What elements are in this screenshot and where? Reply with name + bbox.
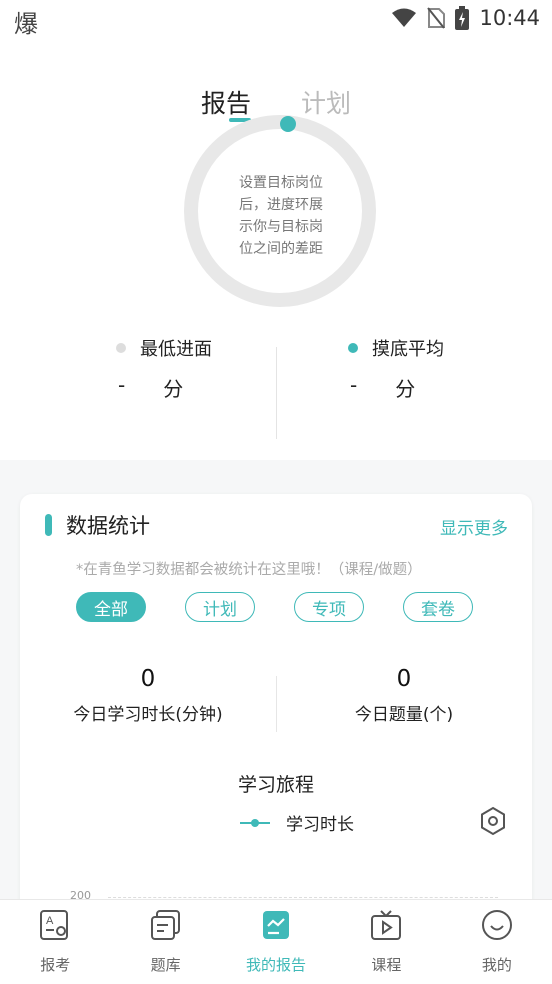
- app-notification-glyph: 爆: [14, 10, 38, 38]
- bottom-nav: A 报考 题库 我的报告 课程 我的: [0, 899, 552, 984]
- nav-question-bank[interactable]: 题库: [110, 900, 220, 984]
- stat-question-count-value: 0: [396, 666, 412, 692]
- data-stats-card: 数据统计 显示更多 *在青鱼学习数据都会被统计在这里哦！（课程/做题） 全部 计…: [20, 494, 532, 924]
- gray-dot-icon: [116, 343, 126, 353]
- score-mock-avg-value-row: - 分: [350, 373, 415, 402]
- nav-label: 课程: [371, 956, 402, 974]
- stat-study-time-value: 0: [140, 666, 156, 692]
- score-min-entry: 最低进面 - 分: [0, 335, 276, 425]
- score-divider: [276, 347, 277, 439]
- ring-hint-line: 设置目标岗位: [239, 175, 323, 191]
- journey-legend: 学习时长: [240, 810, 354, 835]
- no-sim-icon: [427, 7, 446, 29]
- nav-label: 题库: [150, 956, 181, 974]
- score-mock-avg: 摸底平均 - 分: [276, 335, 552, 425]
- ring-hint-line: 示你与目标岗: [239, 219, 323, 235]
- filter-chips: 全部 计划 专项 套卷: [76, 592, 473, 622]
- nav-my-report[interactable]: 我的报告: [221, 900, 331, 984]
- stat-study-time: 0 今日学习时长(分钟): [20, 666, 276, 725]
- nav-course[interactable]: 课程: [331, 900, 441, 984]
- exam-register-icon: A: [40, 910, 69, 940]
- today-stats: 0 今日学习时长(分钟) 0 今日题量(个): [20, 666, 532, 736]
- card-title: 数据统计: [66, 514, 150, 538]
- question-bank-icon: [150, 910, 180, 940]
- journey-title: 学习旅程: [237, 774, 314, 796]
- nav-label: 我的: [481, 956, 512, 974]
- score-min-entry-label: 最低进面: [140, 339, 212, 360]
- filter-plan[interactable]: 计划: [185, 592, 255, 622]
- score-min-entry-unit: 分: [163, 377, 184, 401]
- progress-ring-marker: [280, 116, 296, 132]
- smile-profile-icon: [481, 910, 512, 940]
- ring-hint-line: 位之间的差距: [239, 241, 323, 257]
- score-mock-avg-head: 摸底平均: [348, 335, 444, 361]
- stat-study-time-label: 今日学习时长(分钟): [73, 705, 223, 725]
- score-min-entry-value-row: - 分: [118, 373, 183, 402]
- legend-line-icon: [240, 818, 270, 827]
- ring-hint-line: 后，进度环展: [239, 197, 323, 213]
- course-tv-icon: [371, 910, 402, 940]
- nav-label: 我的报告: [246, 956, 307, 974]
- nav-profile[interactable]: 我的: [442, 900, 552, 984]
- progress-ring-hint: 设置目标岗位 后，进度环展 示你与目标岗 位之间的差距: [233, 172, 329, 260]
- filter-special[interactable]: 专项: [294, 592, 364, 622]
- card-title-accent: [45, 514, 52, 536]
- battery-charging-icon: [455, 6, 470, 30]
- nav-label: 报考: [40, 956, 71, 974]
- svg-text:A: A: [46, 915, 54, 927]
- score-mock-avg-unit: 分: [395, 377, 416, 401]
- status-icons: 10:44: [391, 6, 540, 30]
- score-mock-avg-value: -: [350, 373, 358, 397]
- stat-question-count-label: 今日题量(个): [354, 705, 454, 725]
- hexagon-settings-icon[interactable]: [480, 806, 506, 836]
- score-min-entry-head: 最低进面: [116, 335, 212, 361]
- clock: 10:44: [479, 6, 540, 30]
- filter-paper-set[interactable]: 套卷: [403, 592, 473, 622]
- score-mock-avg-label: 摸底平均: [372, 339, 444, 360]
- status-bar: 爆 10:44: [0, 0, 552, 40]
- teal-dot-icon: [348, 343, 358, 353]
- nav-exam-register[interactable]: A 报考: [0, 900, 110, 984]
- show-more-link[interactable]: 显示更多: [440, 514, 508, 539]
- report-icon: [263, 911, 290, 939]
- filter-all[interactable]: 全部: [76, 592, 146, 622]
- chart-gridline: [108, 897, 498, 898]
- stat-question-count: 0 今日题量(个): [276, 666, 532, 725]
- card-note: *在青鱼学习数据都会被统计在这里哦！（课程/做题）: [76, 562, 422, 578]
- legend-label: 学习时长: [286, 815, 354, 835]
- score-min-entry-value: -: [118, 373, 126, 397]
- wifi-icon: [392, 8, 417, 27]
